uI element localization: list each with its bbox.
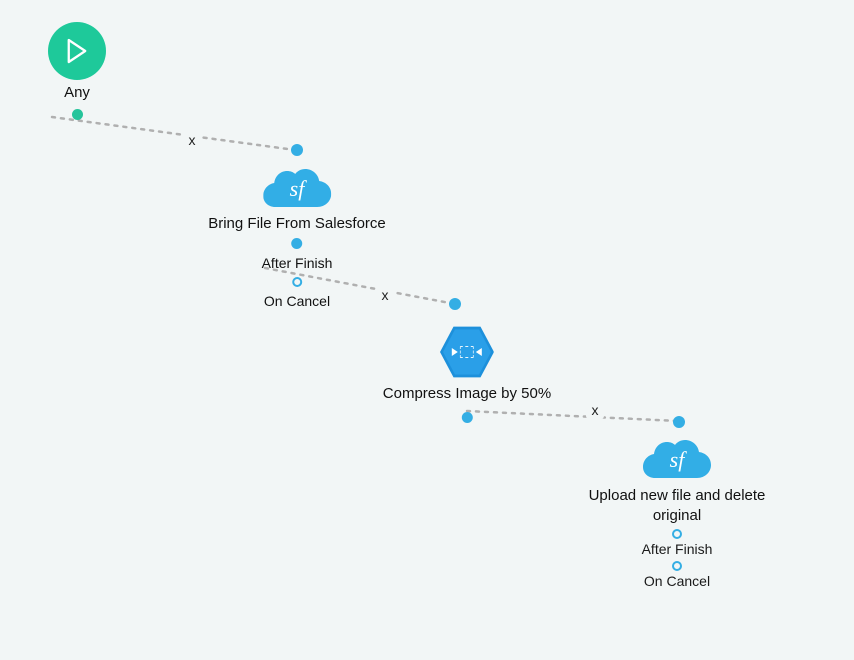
edge-remove-1[interactable]: x <box>183 131 201 149</box>
fetch-port-after-finish[interactable] <box>292 238 303 249</box>
salesforce-cloud-icon[interactable]: sf <box>263 163 331 209</box>
port-label: After Finish <box>262 255 333 271</box>
port-label: On Cancel <box>264 293 330 309</box>
compress-out-port[interactable] <box>462 412 473 423</box>
upload-label: Upload new file and delete original <box>577 486 777 525</box>
upload-port-on-cancel[interactable]: On Cancel <box>577 561 777 589</box>
compress-node[interactable]: Compress Image by 50% <box>383 325 551 428</box>
start-node[interactable]: Any <box>48 22 106 125</box>
workflow-canvas[interactable]: x x x Any sf Bring File From Salesforce … <box>0 0 854 660</box>
compress-hex-icon[interactable] <box>436 325 498 379</box>
start-label: Any <box>48 84 106 101</box>
port-label: After Finish <box>642 541 713 557</box>
sf-glyph: sf <box>643 434 711 480</box>
edge-endpoint-dot <box>449 298 461 310</box>
sf-glyph: sf <box>263 163 331 209</box>
play-icon[interactable] <box>48 22 106 80</box>
port-dot-filled <box>292 238 303 249</box>
salesforce-cloud-icon[interactable]: sf <box>643 434 711 480</box>
start-out-port[interactable] <box>72 109 83 120</box>
edge-endpoint-dot <box>673 416 685 428</box>
port-dot-open <box>672 561 682 571</box>
edge-endpoint-dot <box>291 144 303 156</box>
upload-port-after-finish[interactable]: After Finish <box>577 529 777 557</box>
edge-remove-3[interactable]: x <box>586 401 604 419</box>
fetch-label: Bring File From Salesforce <box>208 215 386 232</box>
port-label: On Cancel <box>644 573 710 589</box>
fetch-node[interactable]: sf Bring File From Salesforce After Fini… <box>208 163 386 309</box>
port-dot-open <box>672 529 682 539</box>
upload-node[interactable]: sf Upload new file and delete original A… <box>577 434 777 589</box>
compress-label: Compress Image by 50% <box>383 385 551 402</box>
fetch-port-on-cancel[interactable] <box>292 277 302 287</box>
compress-glyph <box>452 346 482 358</box>
port-dot-open <box>292 277 302 287</box>
